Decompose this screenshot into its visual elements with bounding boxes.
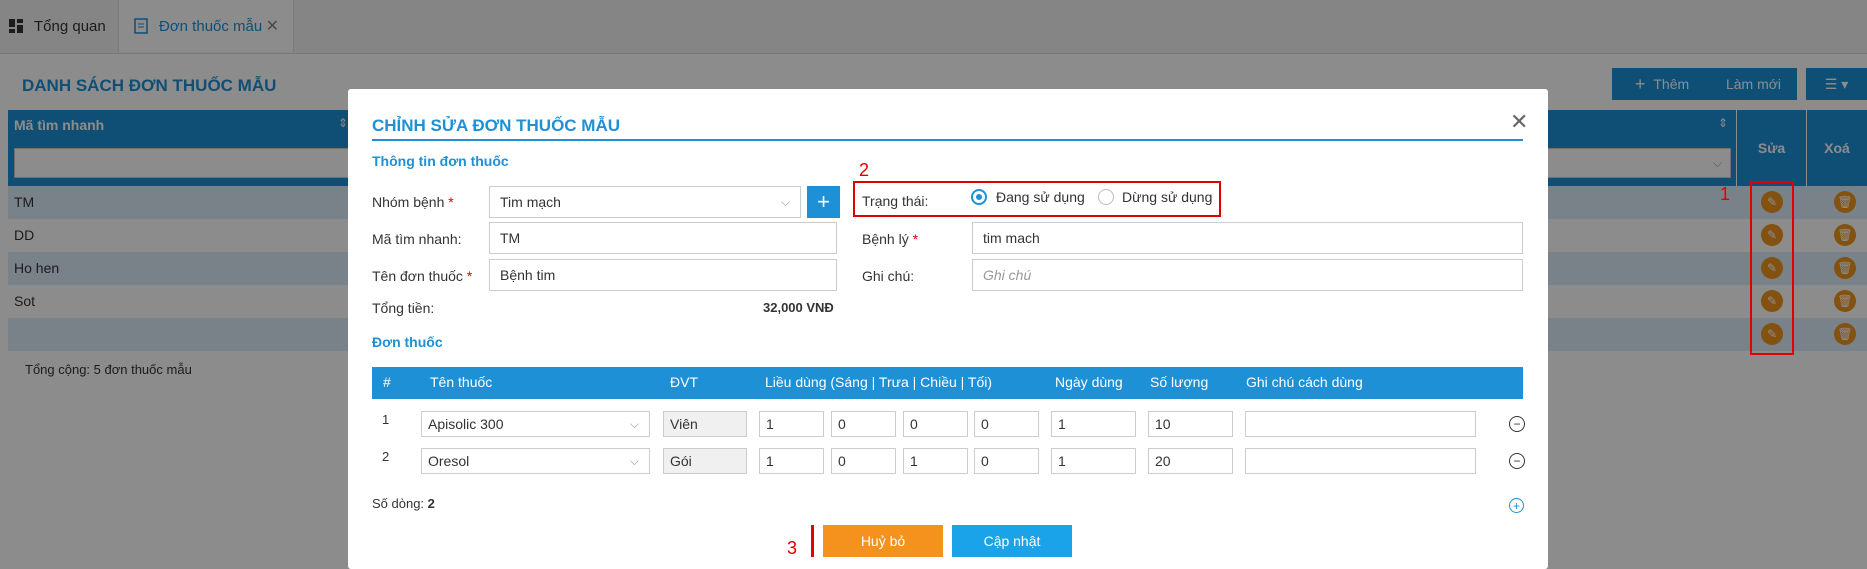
tong-tien-value: 32,000 VNĐ	[763, 300, 834, 315]
chevron-down-icon: ⌵	[629, 417, 639, 431]
drug-select[interactable]: Apisolic 300 ⌵	[421, 411, 650, 437]
row-number: 2	[382, 449, 390, 464]
ten-input[interactable]: Bệnh tim	[489, 259, 837, 291]
col-note: Ghi chú cách dùng	[1246, 374, 1363, 390]
section-info-title: Thông tin đơn thuốc	[372, 153, 509, 169]
annotation-box-1	[1750, 181, 1794, 355]
nhom-benh-select[interactable]: Tim mạch ⌵	[489, 186, 801, 218]
add-row-icon[interactable]: +	[1509, 498, 1524, 513]
cancel-button[interactable]: Huỷ bỏ	[823, 525, 943, 557]
chevron-down-icon: ⌵	[629, 454, 639, 468]
remove-row-icon[interactable]: −	[1509, 416, 1525, 432]
dose-morning[interactable]: 1	[759, 448, 824, 474]
col-dosage: Liều dùng (Sáng | Trưa | Chiều | Tối)	[765, 374, 993, 390]
usage-note-input[interactable]	[1245, 448, 1476, 474]
section-drugs-title: Đơn thuốc	[372, 334, 443, 350]
dose-noon[interactable]: 0	[831, 448, 896, 474]
dose-afternoon[interactable]: 1	[903, 448, 968, 474]
drug-select[interactable]: Oresol ⌵	[421, 448, 650, 474]
add-group-button[interactable]: +	[807, 186, 840, 218]
col-no: #	[383, 374, 391, 390]
unit-field: Viên	[663, 411, 747, 437]
days-input[interactable]: 1	[1051, 448, 1136, 474]
annotation-marker-3	[811, 525, 814, 557]
annotation-label-2: 2	[859, 160, 870, 180]
quantity-input[interactable]: 20	[1148, 448, 1233, 474]
update-button[interactable]: Cập nhật	[952, 525, 1072, 557]
col-days: Ngày dùng	[1055, 374, 1123, 390]
chevron-down-icon: ⌵	[780, 195, 790, 209]
annotation-label-3: 3	[787, 538, 798, 558]
ten-label: Tên đơn thuốc *	[372, 268, 473, 284]
dose-noon[interactable]: 0	[831, 411, 896, 437]
col-drug-name: Tên thuốc	[430, 374, 493, 390]
ghi-chu-input[interactable]: Ghi chú	[972, 259, 1523, 291]
edit-modal	[348, 89, 1548, 569]
remove-row-icon[interactable]: −	[1509, 453, 1525, 469]
dose-evening[interactable]: 0	[974, 448, 1039, 474]
row-count: Số dòng: 2	[372, 496, 435, 511]
days-input[interactable]: 1	[1051, 411, 1136, 437]
dose-morning[interactable]: 1	[759, 411, 824, 437]
ma-label: Mã tìm nhanh:	[372, 231, 462, 247]
annotation-label-1: 1	[1720, 184, 1731, 204]
col-unit: ĐVT	[670, 374, 698, 390]
tong-tien-label: Tổng tiền:	[372, 300, 435, 316]
col-quantity: Số lượng	[1150, 374, 1209, 390]
dose-evening[interactable]: 0	[974, 411, 1039, 437]
quantity-input[interactable]: 10	[1148, 411, 1233, 437]
unit-field: Gói	[663, 448, 747, 474]
nhom-benh-label: Nhóm bệnh *	[372, 194, 454, 210]
plus-icon: +	[817, 189, 830, 214]
benh-ly-label: Bệnh lý *	[862, 231, 919, 247]
ghi-chu-label: Ghi chú:	[862, 268, 915, 284]
benh-ly-input[interactable]: tim mach	[972, 222, 1523, 254]
dose-afternoon[interactable]: 0	[903, 411, 968, 437]
divider	[372, 139, 1523, 141]
usage-note-input[interactable]	[1245, 411, 1476, 437]
row-number: 1	[382, 412, 390, 427]
close-icon[interactable]: ✕	[1510, 109, 1528, 135]
annotation-box-2	[853, 181, 1221, 217]
ma-input[interactable]: TM	[489, 222, 837, 254]
modal-title: CHỈNH SỬA ĐƠN THUỐC MẪU	[372, 116, 621, 135]
